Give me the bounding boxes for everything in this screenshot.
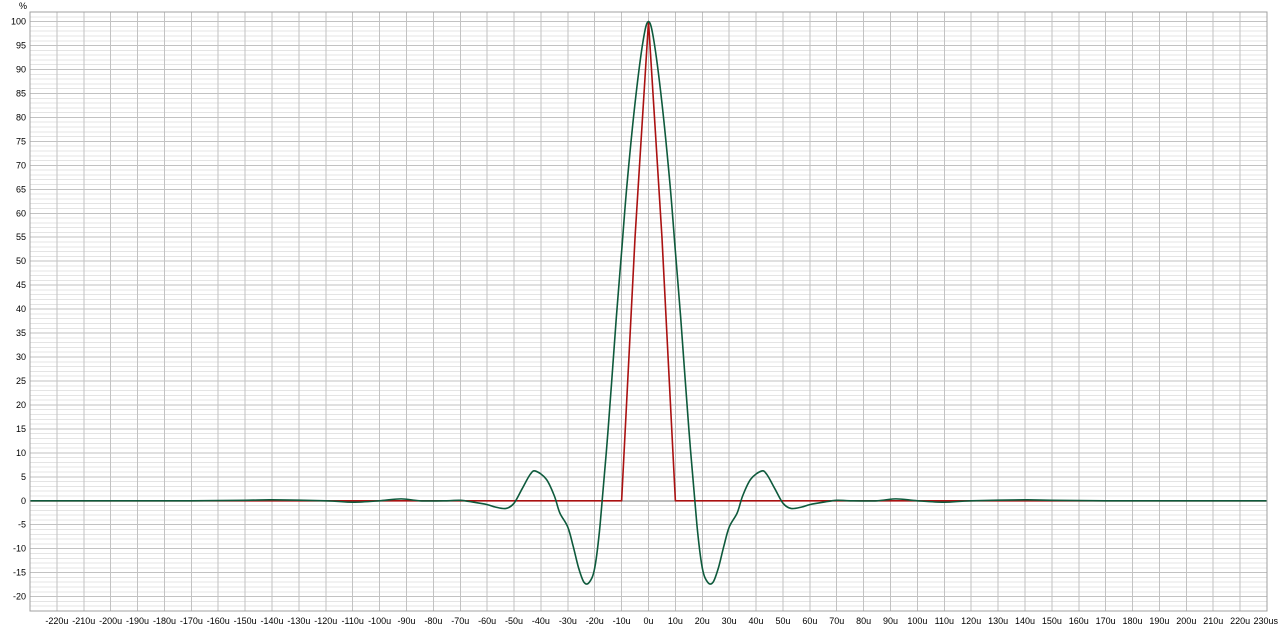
x-tick-label: -220u	[45, 616, 68, 626]
y-tick-label: 80	[16, 112, 26, 122]
x-tick-label: 10u	[668, 616, 683, 626]
x-tick-label: 170u	[1096, 616, 1116, 626]
x-tick-label: 140u	[1015, 616, 1035, 626]
x-tick-label: -60u	[478, 616, 496, 626]
x-tick-label: 160u	[1069, 616, 1089, 626]
x-tick-label: 50u	[775, 616, 790, 626]
x-tick-label: -200u	[99, 616, 122, 626]
x-tick-label: -70u	[451, 616, 469, 626]
y-tick-label: 95	[16, 41, 26, 51]
x-tick-label: 230us	[1253, 616, 1278, 626]
y-tick-label: 5	[21, 472, 26, 482]
y-tick-label: 100	[11, 17, 26, 27]
x-tick-label: -120u	[314, 616, 337, 626]
y-tick-label: 20	[16, 400, 26, 410]
y-tick-label: 25	[16, 376, 26, 386]
y-tick-label: 45	[16, 280, 26, 290]
x-tick-label: -180u	[153, 616, 176, 626]
x-tick-label: 180u	[1123, 616, 1143, 626]
y-tick-label: 35	[16, 328, 26, 338]
x-tick-label: -100u	[368, 616, 391, 626]
x-tick-label: 20u	[695, 616, 710, 626]
x-tick-label: -10u	[613, 616, 631, 626]
x-tick-label: -140u	[261, 616, 284, 626]
x-tick-label: -150u	[234, 616, 257, 626]
x-tick-label: 90u	[883, 616, 898, 626]
x-tick-label: -210u	[72, 616, 95, 626]
x-tick-label: 150u	[1042, 616, 1062, 626]
x-tick-label: 220u	[1230, 616, 1250, 626]
x-tick-label: 110u	[935, 616, 954, 626]
x-tick-label: -20u	[586, 616, 604, 626]
x-tick-label: -160u	[207, 616, 230, 626]
y-axis-ticks: 1009590858075706560555045403530252015105…	[11, 17, 26, 602]
x-tick-label: 60u	[802, 616, 817, 626]
x-tick-label: 40u	[749, 616, 764, 626]
y-tick-label: -15	[13, 568, 26, 578]
y-tick-label: 30	[16, 352, 26, 362]
x-tick-label: 70u	[829, 616, 844, 626]
y-tick-label: 90	[16, 65, 26, 75]
grid-layer	[30, 11, 1268, 612]
y-tick-label: -10	[13, 544, 26, 554]
x-tick-label: 120u	[961, 616, 981, 626]
y-unit-label: %	[19, 1, 27, 11]
y-tick-label: 0	[21, 496, 26, 506]
x-tick-label: -170u	[180, 616, 203, 626]
y-tick-label: 85	[16, 88, 26, 98]
y-tick-label: 10	[16, 448, 26, 458]
y-tick-label: 70	[16, 160, 26, 170]
x-tick-label: 100u	[907, 616, 927, 626]
y-tick-label: 15	[16, 424, 26, 434]
x-tick-label: 200u	[1176, 616, 1196, 626]
y-tick-label: 40	[16, 304, 26, 314]
impulse-chart: 100 95 90 85 80 75 70 65 60 55 50 45 40 35 30 25 20 15 10 5…	[0, 0, 1280, 629]
x-tick-label: 130u	[988, 616, 1008, 626]
x-tick-label: 190u	[1149, 616, 1169, 626]
x-tick-label: -80u	[424, 616, 442, 626]
y-tick-label: 60	[16, 208, 26, 218]
x-tick-label: -90u	[397, 616, 415, 626]
y-tick-label: 50	[16, 256, 26, 266]
x-tick-label: -40u	[532, 616, 550, 626]
x-tick-label: -50u	[505, 616, 523, 626]
x-tick-label: -130u	[287, 616, 310, 626]
x-axis-ticks: -220u -210u -200u -190u -180u -170u -160u -150u…	[45, 616, 1278, 626]
x-tick-label: 30u	[722, 616, 737, 626]
x-tick-label: -110u	[342, 616, 364, 626]
x-tick-label: -30u	[559, 616, 577, 626]
y-tick-label: -5	[18, 520, 26, 530]
chart-canvas: 1009590858075706560555045403530252015105…	[11, 1, 1279, 626]
x-tick-label: 0u	[643, 616, 653, 626]
x-tick-label: 210u	[1203, 616, 1223, 626]
y-tick-label: 55	[16, 232, 26, 242]
x-tick-label: 80u	[856, 616, 871, 626]
y-tick-label: 75	[16, 136, 26, 146]
y-tick-label: 65	[16, 184, 26, 194]
x-tick-label: -190u	[126, 616, 149, 626]
y-tick-label: -20	[13, 592, 26, 602]
